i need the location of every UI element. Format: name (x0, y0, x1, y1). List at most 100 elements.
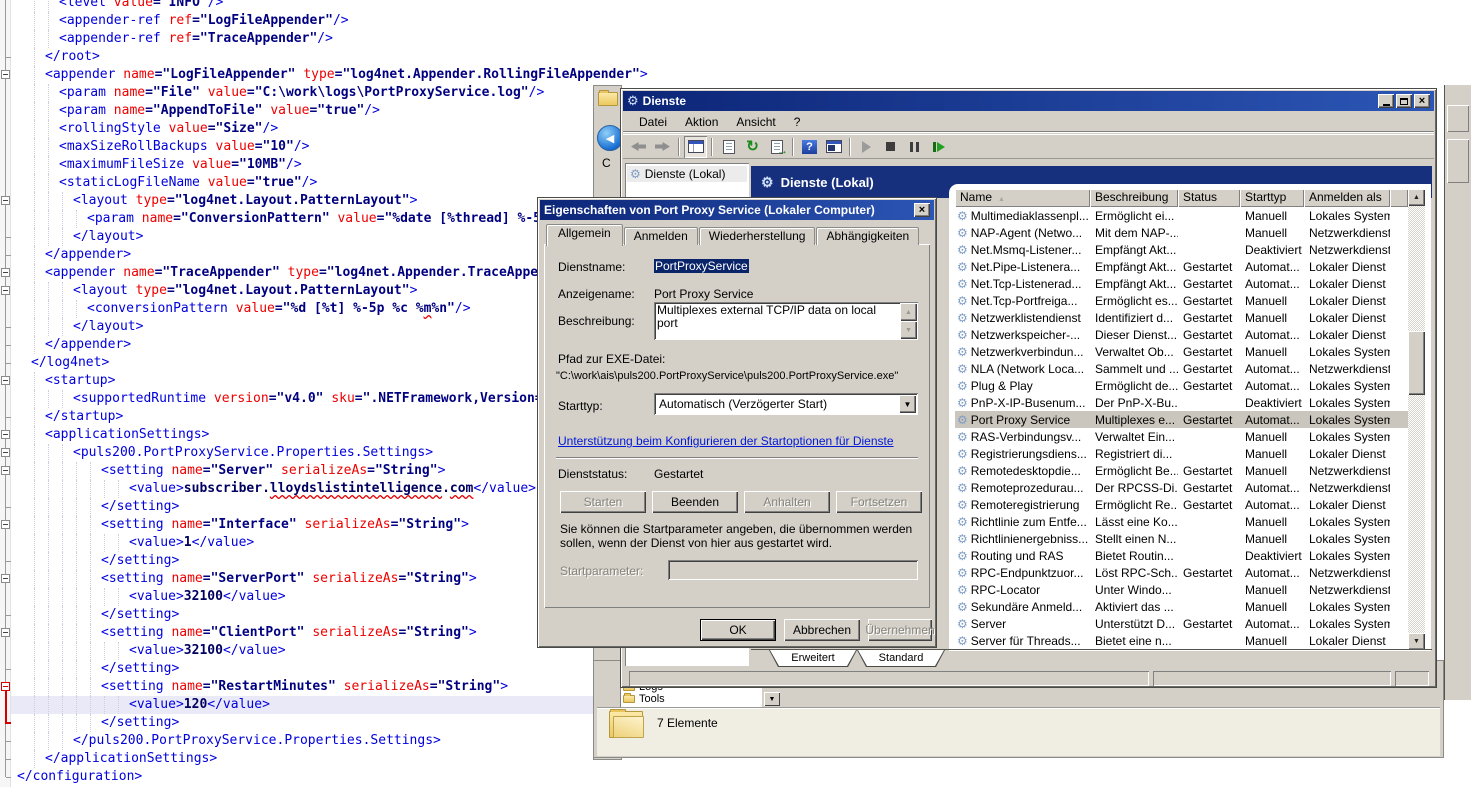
service-row[interactable]: ⚙Sekundäre Anmeld...Aktiviert das ...Man… (955, 598, 1408, 615)
indent-guide (118, 642, 119, 660)
column-header-anmelden-als[interactable]: Anmelden als (1304, 189, 1390, 207)
toolbar-console-tree-button[interactable] (684, 136, 707, 158)
service-row[interactable]: ⚙Richtlinienergebniss...Stellt einen N..… (955, 530, 1408, 547)
service-row[interactable]: ⚙Netzwerkverbindun...Verwaltet Ob...Gest… (955, 343, 1408, 360)
toolbar-start-button[interactable] (855, 136, 878, 158)
service-row[interactable]: ⚙PnP-X-IP-Busenum...Der PnP-X-Bu...Deakt… (955, 394, 1408, 411)
fold-toggle-icon[interactable] (1, 286, 10, 295)
starttyp-select[interactable]: Automatisch (Verzögerter Start) ▼ (654, 393, 918, 415)
service-row[interactable]: ⚙Net.Pipe-Listenera...Empfängt Akt...Ges… (955, 258, 1408, 275)
beschreibung-scrollbar[interactable]: ▲ ▼ (900, 303, 917, 339)
editor-code-area[interactable]: <level value="INFO"/><appender-ref ref="… (11, 0, 600, 786)
chevron-down-icon[interactable]: ▼ (764, 692, 780, 706)
service-row[interactable]: ⚙Plug & PlayErmöglicht de...GestartetAut… (955, 377, 1408, 394)
service-row[interactable]: ⚙Remoteprozedurau...Der RPCSS-Di...Gesta… (955, 479, 1408, 496)
fold-toggle-changed-icon[interactable] (1, 682, 10, 691)
beschreibung-field[interactable]: Multiplexes external TCP/IP data on loca… (654, 302, 918, 340)
menu-item-aktion[interactable]: Aktion (677, 113, 726, 131)
service-row[interactable]: ⚙Server für Threads...Bietet eine n...Ma… (955, 632, 1408, 649)
dialog-titlebar[interactable]: Eigenschaften von Port Proxy Service (Lo… (540, 200, 934, 220)
fold-toggle-icon[interactable] (1, 196, 10, 205)
minimize-button[interactable] (1378, 94, 1394, 108)
indent-guide (48, 660, 49, 678)
dienstname-value[interactable]: PortProxyService (654, 259, 749, 273)
service-row[interactable]: ⚙RPC-Endpunktzuor...Löst RPC-Sch...Gesta… (955, 564, 1408, 581)
beenden-button[interactable]: Beenden (652, 491, 738, 513)
menu-item-ansicht[interactable]: Ansicht (728, 113, 783, 131)
fold-toggle-icon[interactable] (1, 430, 10, 439)
service-row[interactable]: ⚙RemoteregistrierungErmöglicht Re...Gest… (955, 496, 1408, 513)
column-header-starttyp[interactable]: Starttyp (1240, 189, 1304, 207)
startoptions-help-link[interactable]: Unterstützung beim Konfigurieren der Sta… (558, 434, 894, 448)
fold-toggle-icon[interactable] (1, 70, 10, 79)
scrollbar-thumb[interactable] (1408, 331, 1425, 395)
vertical-scrollbar[interactable]: ▲ ▼ (1408, 189, 1425, 650)
service-row[interactable]: ⚙Richtlinie zum Entfe...Lässt eine Ko...… (955, 513, 1408, 530)
folder-row[interactable]: Tools (623, 693, 759, 705)
toolbar-forward-button[interactable] (651, 136, 674, 158)
service-row[interactable]: ⚙Multimediaklassenpl...Ermöglicht ei...M… (955, 207, 1408, 224)
code-editor[interactable]: <level value="INFO"/><appender-ref ref="… (0, 0, 600, 787)
service-row[interactable]: ⚙Remotedesktopdie...Ermöglicht Be...Gest… (955, 462, 1408, 479)
close-button[interactable]: × (1414, 94, 1430, 108)
column-header-status[interactable]: Status (1178, 189, 1240, 207)
service-row[interactable]: ⚙ServerUnterstützt D...GestartetAutomat.… (955, 615, 1408, 632)
indent-guide (62, 498, 63, 516)
toolbar-pause-button[interactable] (903, 136, 926, 158)
scroll-up-button[interactable]: ▲ (1408, 189, 1425, 206)
fold-toggle-icon[interactable] (1, 520, 10, 529)
service-row[interactable]: ⚙Routing und RASBietet Routin...Deaktivi… (955, 547, 1408, 564)
tab-anmelden[interactable]: Anmelden (624, 227, 698, 245)
code-token: value (337, 211, 376, 226)
service-name-cell: ⚙Net.Tcp-Listenerad... (955, 277, 1090, 291)
view-tab-erweitert[interactable]: Erweitert (769, 650, 857, 667)
tree-item-dienste-lokal[interactable]: ⚙ Dienste (Lokal) (627, 166, 747, 182)
menu-item-help[interactable]: ? (786, 113, 809, 131)
scroll-down-button[interactable]: ▼ (1408, 633, 1425, 650)
column-header-name[interactable]: Name▲ (955, 189, 1090, 207)
maximize-button[interactable] (1396, 94, 1412, 108)
fold-toggle-icon[interactable] (1, 466, 10, 475)
service-row[interactable]: ⚙NAP-Agent (Netwo...Mit dem NAP-...Manue… (955, 224, 1408, 241)
service-row[interactable]: ⚙Registrierungsdiens...Registriert di...… (955, 445, 1408, 462)
fold-toggle-icon[interactable] (1, 448, 10, 457)
fold-toggle-icon[interactable] (1, 268, 10, 277)
abbrechen-button[interactable]: Abbrechen (784, 619, 860, 641)
column-header-beschreibung[interactable]: Beschreibung (1090, 189, 1178, 207)
toolbar-export-list-button[interactable]: → (765, 136, 788, 158)
service-row[interactable]: ⚙Net.Tcp-Listenerad...Empfängt Akt...Ges… (955, 275, 1408, 292)
tab-abhaengigkeiten[interactable]: Abhängigkeiten (816, 227, 919, 245)
toolbar-properties-button[interactable] (717, 136, 740, 158)
scroll-up-button[interactable]: ▲ (900, 303, 917, 321)
chevron-down-icon[interactable]: ▼ (899, 395, 916, 413)
scroll-down-button[interactable]: ▼ (900, 321, 917, 339)
service-row[interactable]: ⚙NetzwerklistendienstIdentifiziert d...G… (955, 309, 1408, 326)
toolbar-back-button[interactable] (627, 136, 650, 158)
toolbar-extended-view-button[interactable] (822, 136, 845, 158)
editor-fold-margin[interactable] (0, 0, 11, 787)
service-logon: Lokaler Dienst (1304, 328, 1390, 342)
service-row[interactable]: ⚙NLA (Network Loca...Sammelt und ...Gest… (955, 360, 1408, 377)
tab-allgemein[interactable]: Allgemein (546, 224, 623, 246)
fold-toggle-icon[interactable] (1, 376, 10, 385)
service-row[interactable]: ⚙Net.Tcp-Portfreiga...Ermöglicht es...Ge… (955, 292, 1408, 309)
service-row[interactable]: ⚙RPC-LocatorUnter Windo...ManuellNetzwer… (955, 581, 1408, 598)
toolbar-restart-button[interactable] (927, 136, 950, 158)
menu-item-datei[interactable]: Datei (631, 113, 675, 131)
close-button[interactable]: × (914, 203, 930, 217)
service-row[interactable]: ⚙RAS-Verbindungsv...Verwaltet Ein...Manu… (955, 428, 1408, 445)
ok-button[interactable]: OK (700, 619, 776, 641)
toolbar-refresh-button[interactable]: ↻ (741, 136, 764, 158)
toolbar-stop-button[interactable] (879, 136, 902, 158)
toolbar-help-button[interactable]: ? (798, 136, 821, 158)
startparameter-input[interactable] (668, 560, 918, 580)
fold-toggle-icon[interactable] (1, 628, 10, 637)
service-row[interactable]: ⚙Port Proxy ServiceMultiplexes e...Gesta… (955, 411, 1408, 428)
service-row[interactable]: ⚙Net.Msmq-Listener...Empfängt Akt...Deak… (955, 241, 1408, 258)
service-row[interactable]: ⚙Netzwerkspeicher-...Dieser Dienst...Ges… (955, 326, 1408, 343)
view-tab-standard[interactable]: Standard (857, 650, 945, 667)
tab-wiederherstellung[interactable]: Wiederherstellung (699, 227, 816, 245)
services-titlebar[interactable]: ⚙ Dienste × (623, 91, 1434, 111)
element-count: 7 Elemente (657, 716, 718, 730)
fold-toggle-icon[interactable] (1, 574, 10, 583)
